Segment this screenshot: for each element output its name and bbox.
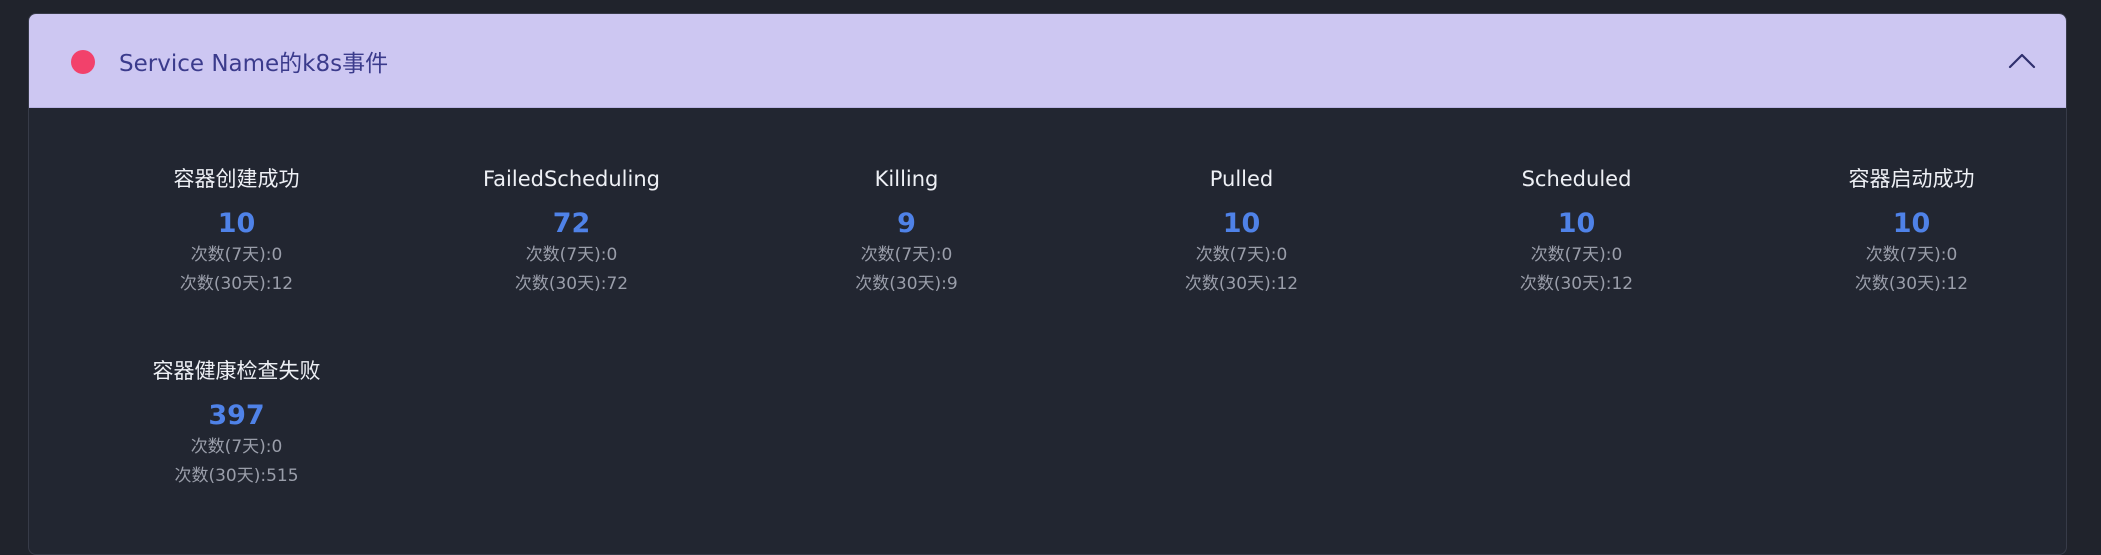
- panel-header[interactable]: Service Name的k8s事件: [29, 14, 2066, 108]
- event-stat-failed-scheduling: FailedScheduling 72 次数(7天):0 次数(30天):72: [404, 164, 739, 299]
- event-count-30d: 次数(30天):12: [1519, 274, 1634, 294]
- event-count-7d: 次数(7天):0: [525, 245, 618, 265]
- event-count: 10: [1222, 208, 1261, 239]
- status-dot-icon: [71, 50, 95, 74]
- event-label: FailedScheduling: [483, 167, 660, 191]
- event-label: 容器健康检查失败: [152, 359, 321, 383]
- event-count: 397: [208, 400, 265, 431]
- event-count-7d: 次数(7天):0: [1865, 245, 1958, 265]
- panel-title: Service Name的k8s事件: [119, 51, 389, 77]
- event-count-7d: 次数(7天):0: [1530, 245, 1623, 265]
- event-stat-container-started: 容器启动成功 10 次数(7天):0 次数(30天):12: [1744, 164, 2066, 299]
- event-count-30d: 次数(30天):12: [179, 274, 294, 294]
- event-count-7d: 次数(7天):0: [1195, 245, 1288, 265]
- event-count-30d: 次数(30天):515: [174, 466, 299, 486]
- event-stat-killing: Killing 9 次数(7天):0 次数(30天):9: [739, 164, 1074, 299]
- event-count: 9: [897, 208, 916, 239]
- event-count-7d: 次数(7天):0: [190, 245, 283, 265]
- event-count: 72: [552, 208, 591, 239]
- event-stat-pulled: Pulled 10 次数(7天):0 次数(30天):12: [1074, 164, 1409, 299]
- event-label: Pulled: [1209, 167, 1274, 191]
- event-count-7d: 次数(7天):0: [860, 245, 953, 265]
- event-label: 容器创建成功: [173, 167, 300, 191]
- event-stat-scheduled: Scheduled 10 次数(7天):0 次数(30天):12: [1409, 164, 1744, 299]
- event-count-30d: 次数(30天):72: [514, 274, 629, 294]
- event-label: Scheduled: [1521, 167, 1632, 191]
- event-count: 10: [1892, 208, 1931, 239]
- event-count-30d: 次数(30天):9: [855, 274, 958, 294]
- event-label: Killing: [874, 167, 939, 191]
- chevron-up-icon[interactable]: [2006, 47, 2038, 75]
- event-count-30d: 次数(30天):12: [1184, 274, 1299, 294]
- event-count-7d: 次数(7天):0: [190, 437, 283, 457]
- event-stat-health-check-failed: 容器健康检查失败 397 次数(7天):0 次数(30天):515: [69, 356, 404, 491]
- event-label: 容器启动成功: [1848, 167, 1975, 191]
- k8s-events-panel: Service Name的k8s事件 容器创建成功 10 次数(7天):0 次数…: [28, 13, 2067, 555]
- event-stat-container-created: 容器创建成功 10 次数(7天):0 次数(30天):12: [69, 164, 404, 299]
- event-count: 10: [217, 208, 256, 239]
- event-count-30d: 次数(30天):12: [1854, 274, 1969, 294]
- event-count: 10: [1557, 208, 1596, 239]
